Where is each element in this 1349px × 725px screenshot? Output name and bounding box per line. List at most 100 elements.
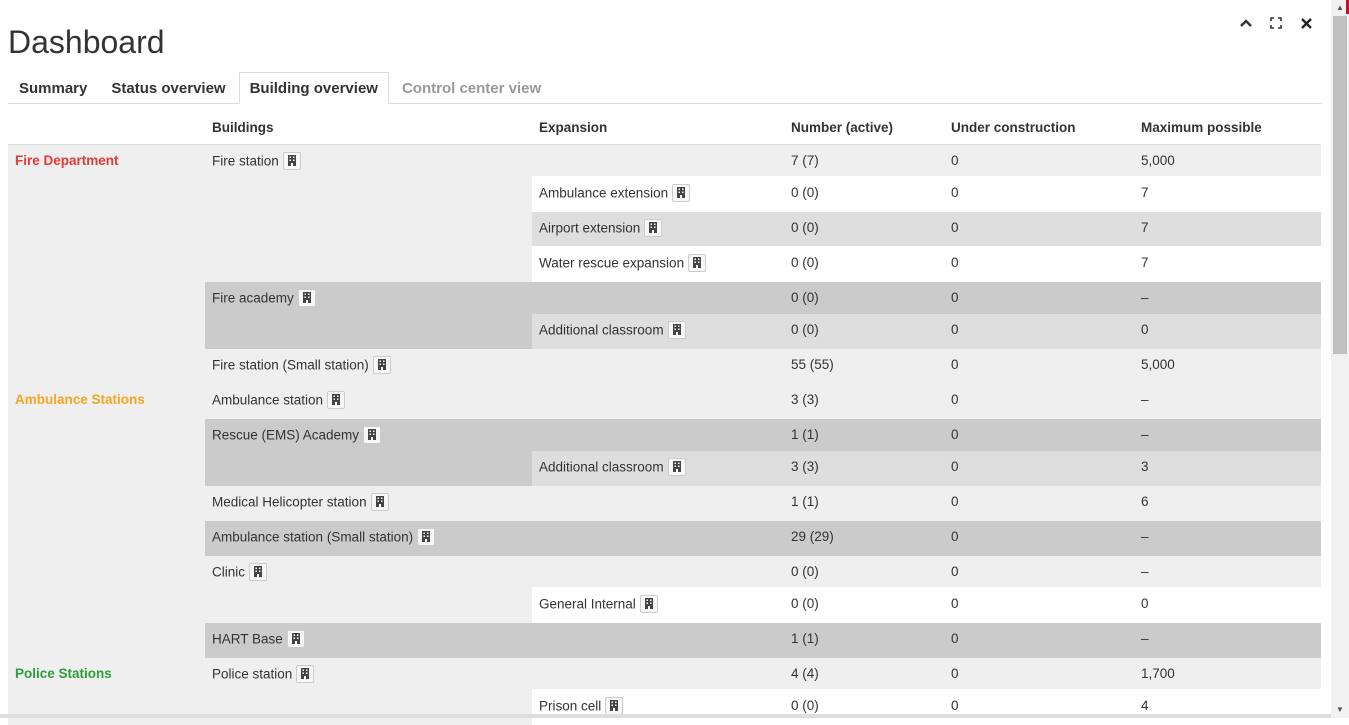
tab-summary[interactable]: Summary [8, 72, 98, 103]
construction-cell: 0 [944, 587, 1134, 623]
building-icon[interactable] [417, 527, 436, 546]
building-name: Rescue (EMS) Academy [212, 427, 360, 443]
maximum-cell: 0 [1134, 313, 1321, 349]
category-ambulance-stations: Ambulance Stations [8, 383, 205, 658]
building-cell: Medical Helicopter station [205, 485, 532, 521]
building-icon[interactable] [297, 288, 316, 307]
expansion-name: Airport extension [539, 220, 641, 236]
maximum-cell: – [1134, 622, 1321, 658]
construction-cell: 0 [944, 520, 1134, 556]
expansion-cell [532, 383, 784, 419]
building-cell: HART Base [205, 622, 532, 658]
maximum-cell: 3 [1134, 450, 1321, 486]
building-icon[interactable] [363, 425, 382, 444]
construction-cell: 0 [944, 144, 1134, 177]
number-cell: 1 (1) [784, 418, 944, 451]
expansion-cell: Additional classroom [532, 450, 784, 486]
number-cell: 1 (1) [784, 485, 944, 521]
expansion-cell: General Internal [532, 587, 784, 623]
column-header-buildings: Buildings [205, 111, 532, 145]
building-icon[interactable] [672, 184, 691, 202]
building-name: Fire station (Small station) [212, 357, 369, 373]
building-name: Ambulance station (Small station) [212, 529, 414, 545]
expansion-cell: Airport extension [532, 211, 784, 247]
expansion-name: Additional classroom [539, 459, 664, 475]
column-header-construction: Under construction [944, 111, 1134, 145]
building-icon[interactable] [296, 664, 315, 683]
chevron-up-icon[interactable] [1238, 14, 1254, 32]
scrollbar-thumb[interactable] [1333, 16, 1347, 354]
building-icon[interactable] [327, 390, 346, 409]
building-icon[interactable] [639, 595, 658, 613]
building-icon[interactable] [249, 562, 268, 581]
maximum-cell: – [1134, 555, 1321, 588]
expansion-cell: Water rescue expansion [532, 246, 784, 282]
building-icon[interactable] [605, 697, 624, 715]
expansion-cell: Prison cell [532, 689, 784, 725]
scroll-down-arrow-icon[interactable]: ▼ [1331, 702, 1349, 718]
maximum-cell: 6 [1134, 485, 1321, 521]
number-cell: 29 (29) [784, 520, 944, 556]
building-icon[interactable] [286, 629, 305, 648]
table-row: Ambulance station (Small station) 29 (29… [8, 520, 1321, 556]
table-row: Fire Department Fire station 7 (7) 0 5,0… [8, 144, 1321, 384]
building-name: Fire station [212, 153, 279, 169]
maximum-cell: 5,000 [1134, 348, 1321, 384]
expansion-name: General Internal [539, 596, 636, 612]
close-icon[interactable] [1298, 14, 1314, 32]
building-name: HART Base [212, 631, 283, 647]
vertical-scrollbar[interactable]: ▲ ▼ [1331, 0, 1349, 718]
building-icon[interactable] [644, 218, 663, 237]
expansion-cell [532, 555, 784, 588]
category-label: Fire Department [15, 153, 119, 168]
building-cell: Ambulance station [205, 383, 532, 419]
expansion-name: Ambulance extension [539, 185, 669, 201]
maximum-cell: 1,700 [1134, 657, 1321, 690]
tab-bar: Summary Status overview Building overvie… [8, 72, 1322, 104]
building-icon[interactable] [372, 355, 391, 374]
tab-building-overview[interactable]: Building overview [238, 72, 389, 104]
maximum-cell: 7 [1134, 246, 1321, 282]
expansion-cell: Additional classroom [532, 313, 784, 349]
building-name: Clinic [212, 564, 246, 580]
expansion-cell [532, 622, 784, 658]
window-controls [1238, 14, 1314, 32]
table-row: HART Base 1 (1) 0 – [8, 622, 1321, 658]
building-icon[interactable] [667, 457, 686, 476]
building-cell: Fire station [205, 144, 532, 282]
building-icon[interactable] [370, 492, 389, 511]
tab-status-overview[interactable]: Status overview [100, 72, 236, 103]
number-cell: 1 (1) [784, 622, 944, 658]
building-name: Medical Helicopter station [212, 494, 367, 510]
number-cell: 7 (7) [784, 144, 944, 177]
number-cell: 55 (55) [784, 348, 944, 384]
column-header-maximum: Maximum possible [1134, 111, 1321, 145]
expand-icon[interactable] [1268, 14, 1284, 32]
building-icon[interactable] [688, 254, 707, 272]
construction-cell: 0 [944, 418, 1134, 451]
construction-cell: 0 [944, 313, 1134, 349]
maximum-cell: 7 [1134, 211, 1321, 247]
building-icon[interactable] [282, 152, 301, 170]
number-cell: 3 (3) [784, 450, 944, 486]
table-row: Police Stations Police station 4 (4) 0 1… [8, 657, 1321, 725]
number-cell: 0 (0) [784, 313, 944, 349]
construction-cell: 0 [944, 622, 1134, 658]
building-icon[interactable] [667, 320, 686, 339]
table-row: Ambulance Stations Ambulance station 3 (… [8, 383, 1321, 658]
expansion-cell [532, 418, 784, 451]
building-overview-table: Buildings Expansion Number (active) Unde… [8, 111, 1321, 725]
building-cell: Fire station (Small station) [205, 348, 532, 384]
maximum-cell: 5,000 [1134, 144, 1321, 177]
column-header-category [8, 111, 205, 145]
tab-control-center-view[interactable]: Control center view [391, 72, 552, 103]
construction-cell: 0 [944, 657, 1134, 690]
expansion-cell [532, 144, 784, 177]
number-cell: 3 (3) [784, 383, 944, 419]
table-row: Medical Helicopter station 1 (1) 0 6 [8, 485, 1321, 521]
expansion-cell [532, 520, 784, 556]
expansion-name: Water rescue expansion [539, 255, 685, 271]
number-cell: 0 (0) [784, 246, 944, 282]
construction-cell: 0 [944, 176, 1134, 212]
construction-cell: 0 [944, 485, 1134, 521]
